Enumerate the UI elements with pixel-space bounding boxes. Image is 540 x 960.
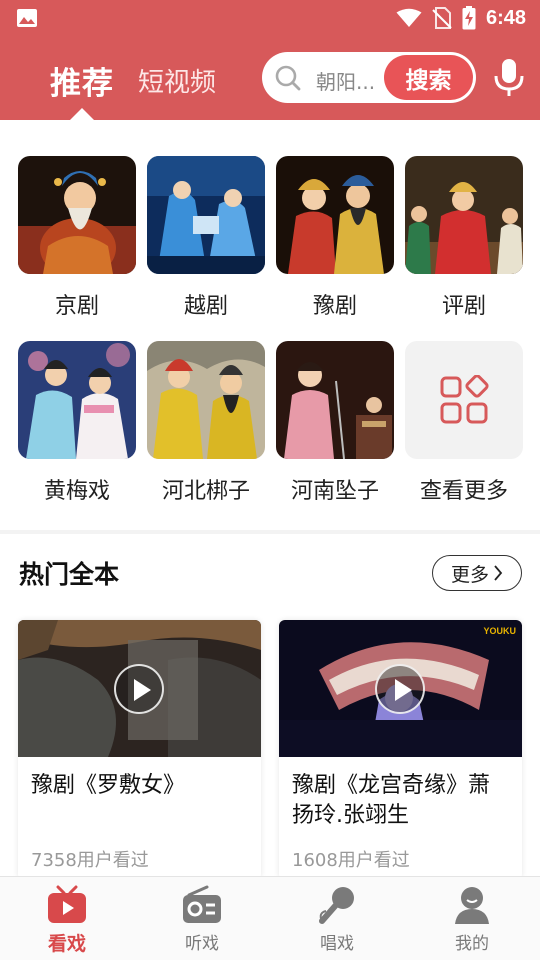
- category-view-more[interactable]: 查看更多: [405, 341, 523, 505]
- category-thumbnail: [405, 341, 523, 459]
- category-thumbnail: [276, 341, 394, 459]
- nav-label: 听戏: [185, 934, 219, 954]
- category-label: 评剧: [441, 294, 486, 319]
- active-tab-indicator: [70, 108, 94, 120]
- category-label: 黄梅戏: [43, 479, 110, 504]
- category-thumbnail: [147, 156, 265, 274]
- microphone-icon[interactable]: [493, 58, 525, 98]
- category-pingju[interactable]: 评剧: [405, 156, 523, 320]
- category-label: 河南坠子: [290, 479, 379, 504]
- youku-watermark: YOUKU: [483, 626, 516, 636]
- user-icon: [455, 887, 489, 924]
- section-title: 热门全本: [19, 560, 120, 589]
- play-icon[interactable]: [114, 664, 164, 714]
- category-jingju[interactable]: 京剧: [18, 156, 136, 320]
- category-thumbnail: [276, 156, 394, 274]
- status-time: 6:48: [485, 6, 526, 29]
- nav-mine[interactable]: 我的: [432, 885, 512, 954]
- top-header: 6:48 推荐 短视频 朝阳... 搜索: [0, 0, 540, 120]
- category-thumbnail: [147, 341, 265, 459]
- nav-watch-opera[interactable]: 看戏: [27, 885, 107, 956]
- video-thumbnail: [18, 620, 261, 757]
- status-bar: 6:48: [0, 0, 540, 36]
- search-bar[interactable]: 朝阳... 搜索: [262, 52, 476, 103]
- search-input[interactable]: 朝阳...: [316, 66, 375, 95]
- search-icon: [275, 65, 301, 91]
- tv-icon: [48, 885, 86, 923]
- no-sim-icon: [432, 7, 452, 29]
- bottom-nav: 看戏 听戏 唱戏 我的: [0, 876, 540, 960]
- category-henan-zhuizi[interactable]: 河南坠子: [276, 341, 394, 505]
- video-card[interactable]: 豫剧《罗敷女》 7358用户看过: [18, 620, 261, 880]
- more-button[interactable]: 更多: [432, 555, 522, 591]
- more-button-label: 更多: [450, 563, 489, 586]
- video-views: 1608用户看过: [292, 850, 410, 871]
- nav-sing-opera[interactable]: 唱戏: [297, 885, 377, 954]
- play-icon[interactable]: [375, 664, 425, 714]
- video-card[interactable]: YOUKU 豫剧《龙宫奇缘》萧扬玲.张翊生 1608用户看过: [279, 620, 522, 880]
- category-yueju[interactable]: 越剧: [147, 156, 265, 320]
- gallery-notification-icon: [17, 9, 37, 27]
- grid-apps-icon: [440, 375, 489, 424]
- tab-recommend[interactable]: 推荐: [50, 58, 114, 103]
- nav-label: 看戏: [47, 933, 86, 955]
- radio-icon: [183, 885, 221, 923]
- nav-label: 我的: [455, 934, 489, 954]
- category-label: 查看更多: [419, 479, 508, 504]
- category-label: 京剧: [54, 294, 99, 319]
- nav-listen-opera[interactable]: 听戏: [162, 885, 242, 954]
- category-thumbnail: [18, 156, 136, 274]
- search-button[interactable]: 搜索: [384, 55, 473, 100]
- category-label: 越剧: [183, 294, 228, 319]
- category-label: 河北梆子: [161, 479, 250, 504]
- wifi-icon: [396, 8, 422, 27]
- category-label: 豫剧: [312, 294, 357, 319]
- battery-charging-icon: [462, 6, 476, 30]
- video-thumbnail: YOUKU: [279, 620, 522, 757]
- video-title: 豫剧《龙宫奇缘》萧扬玲.张翊生: [292, 773, 491, 828]
- category-huangmeixi[interactable]: 黄梅戏: [18, 341, 136, 505]
- video-title: 豫剧《罗敷女》: [31, 773, 186, 798]
- category-thumbnail: [405, 156, 523, 274]
- category-hebei-bangzi[interactable]: 河北梆子: [147, 341, 265, 505]
- category-yuju[interactable]: 豫剧: [276, 156, 394, 320]
- nav-label: 唱戏: [320, 934, 354, 954]
- microphone-icon: [319, 887, 354, 924]
- chevron-right-icon: [494, 565, 503, 581]
- video-views: 7358用户看过: [31, 850, 149, 871]
- section-divider: [0, 530, 540, 534]
- category-thumbnail: [18, 341, 136, 459]
- tab-short-video[interactable]: 短视频: [138, 62, 216, 99]
